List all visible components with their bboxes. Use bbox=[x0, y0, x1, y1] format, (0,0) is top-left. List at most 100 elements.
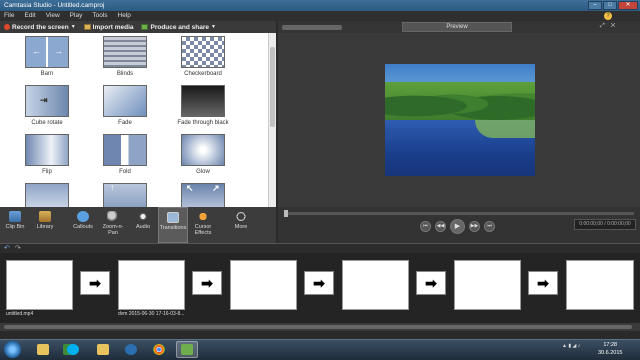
timeline-clip[interactable] bbox=[454, 260, 521, 310]
transition-item[interactable]: ↑ bbox=[93, 183, 157, 207]
transitions-scrollbar[interactable] bbox=[268, 33, 276, 207]
preview-view-icons[interactable]: ⤢✕ bbox=[600, 23, 621, 30]
menu-edit[interactable]: Edit bbox=[24, 11, 35, 21]
timeline-transition[interactable]: ➡ bbox=[416, 271, 446, 295]
taskbar-app-chrome[interactable] bbox=[148, 341, 170, 358]
tab-zoom-n-pan[interactable]: Zoom-n-Pan bbox=[98, 207, 128, 243]
glow-transition-icon bbox=[181, 134, 225, 166]
menu-play[interactable]: Play bbox=[70, 11, 83, 21]
close-button[interactable]: ✕ bbox=[618, 1, 638, 10]
playhead-handle[interactable] bbox=[284, 210, 288, 217]
transition-glow[interactable]: Glow bbox=[171, 134, 235, 175]
menu-help[interactable]: Help bbox=[118, 11, 131, 21]
timeline-transition[interactable]: ➡ bbox=[304, 271, 334, 295]
preview-video-frame[interactable] bbox=[385, 64, 535, 176]
transition-checkerboard[interactable]: Checkerboard bbox=[171, 36, 235, 77]
tab-transitions[interactable]: Transitions bbox=[158, 207, 188, 243]
transition-blinds[interactable]: Blinds bbox=[93, 36, 157, 77]
import-folder-icon bbox=[83, 24, 91, 30]
playback-controls: ⏮ ◀◀ ▶ ▶▶ ⏭ bbox=[420, 219, 495, 234]
produce-share-button[interactable]: Produce and share ▼ bbox=[141, 23, 216, 31]
timeline-clip[interactable] bbox=[342, 260, 409, 310]
audio-icon bbox=[137, 211, 149, 222]
start-button-icon[interactable] bbox=[4, 341, 21, 358]
menu-view[interactable]: View bbox=[46, 11, 60, 21]
transition-icon: ↑ bbox=[103, 183, 147, 207]
tab-cursor-effects[interactable]: Cursor Effects bbox=[188, 207, 218, 243]
play-icon[interactable]: ▶ bbox=[450, 219, 465, 234]
taskbar-clock[interactable]: 17:28 30.6.2015 bbox=[598, 341, 622, 357]
next-clip-icon[interactable]: ⏭ bbox=[484, 221, 495, 232]
timeline-clip[interactable] bbox=[6, 260, 73, 310]
taskbar-app-camtasia-recorder[interactable] bbox=[176, 341, 198, 358]
cursor-effects-icon bbox=[197, 211, 209, 222]
preview-scrub-track[interactable] bbox=[284, 212, 634, 215]
menu-tools[interactable]: Tools bbox=[92, 11, 107, 21]
barn-transition-icon: ← → bbox=[25, 36, 69, 68]
transition-item[interactable] bbox=[15, 183, 79, 207]
minimize-button[interactable]: – bbox=[588, 1, 602, 10]
more-icon bbox=[235, 211, 247, 222]
menu-file[interactable]: File bbox=[4, 11, 14, 21]
record-icon bbox=[4, 24, 10, 30]
tab-audio[interactable]: Audio bbox=[128, 207, 158, 243]
taskbar-app-flash[interactable] bbox=[120, 341, 142, 358]
transitions-grid: ← → Barn Blinds Checkerboard ⇥ Cube rotat… bbox=[6, 36, 254, 207]
status-strip bbox=[0, 331, 640, 339]
tab-library[interactable]: Library bbox=[30, 207, 60, 243]
undo-icon[interactable]: ↶ bbox=[4, 244, 10, 252]
record-screen-button[interactable]: Record the screen ▼ bbox=[4, 24, 76, 31]
transition-label: Glow bbox=[196, 169, 210, 175]
previous-clip-icon[interactable]: ⏮ bbox=[420, 221, 431, 232]
import-media-button[interactable]: Import media bbox=[83, 24, 133, 31]
transition-fold[interactable]: Fold bbox=[93, 134, 157, 175]
transition-icon: ↖ ↗ bbox=[181, 183, 225, 207]
transition-label: Flip bbox=[42, 169, 52, 175]
timeline-toolbar bbox=[0, 243, 640, 253]
scrollbar-thumb[interactable] bbox=[270, 47, 275, 127]
timeline-transition[interactable]: ➡ bbox=[528, 271, 558, 295]
transition-flip[interactable]: Flip bbox=[15, 134, 79, 175]
tab-label: Library bbox=[36, 224, 54, 230]
fast-forward-icon[interactable]: ▶▶ bbox=[469, 221, 480, 232]
timeline-clip[interactable] bbox=[566, 260, 634, 310]
timeline-scrollbar[interactable] bbox=[0, 323, 640, 331]
timeline-clip[interactable] bbox=[230, 260, 297, 310]
callouts-icon bbox=[77, 211, 89, 222]
timeline-transition[interactable]: ➡ bbox=[192, 271, 222, 295]
redo-icon[interactable]: ↷ bbox=[15, 244, 21, 252]
chrome-icon bbox=[153, 344, 165, 355]
fade-transition-icon bbox=[103, 85, 147, 117]
transition-label: Barn bbox=[40, 71, 54, 77]
preview-tab[interactable]: Preview bbox=[402, 22, 512, 32]
timeline-clip[interactable] bbox=[118, 260, 185, 310]
taskbar-app-explorer[interactable] bbox=[32, 341, 54, 358]
cube-rotate-transition-icon: ⇥ bbox=[25, 85, 69, 117]
tab-label: Audio bbox=[135, 224, 151, 230]
transition-item[interactable]: ↖ ↗ bbox=[171, 183, 235, 207]
taskbar-app-folder[interactable] bbox=[92, 341, 114, 358]
blinds-transition-icon bbox=[103, 36, 147, 68]
tab-clip-bin[interactable]: Clip Bin bbox=[0, 207, 30, 243]
transition-fade-through-black[interactable]: Fade through black bbox=[171, 85, 235, 126]
record-screen-label: Record the screen bbox=[12, 23, 69, 31]
transition-label: Fade bbox=[118, 120, 132, 126]
scrollbar-thumb[interactable] bbox=[4, 325, 632, 329]
timeline-transition[interactable]: ➡ bbox=[80, 271, 110, 295]
system-tray[interactable]: ▲ ▮ ◢ ♪ bbox=[562, 343, 580, 349]
transition-fade[interactable]: Fade bbox=[93, 85, 157, 126]
tab-callouts[interactable]: Callouts bbox=[68, 207, 98, 243]
tab-label: Clip Bin bbox=[5, 224, 25, 230]
tab-more[interactable]: More bbox=[226, 207, 256, 243]
preview-zoom-slider[interactable] bbox=[282, 25, 342, 30]
taskbar-app-skype[interactable] bbox=[62, 341, 84, 358]
explorer-icon bbox=[37, 344, 49, 355]
transition-cube-rotate[interactable]: ⇥ Cube rotate bbox=[15, 85, 79, 126]
transition-label: Blinds bbox=[116, 71, 134, 77]
rewind-icon[interactable]: ◀◀ bbox=[435, 221, 446, 232]
maximize-button[interactable]: □ bbox=[603, 1, 617, 10]
help-icon[interactable]: ? bbox=[604, 12, 612, 20]
produce-share-label: Produce and share bbox=[150, 23, 210, 31]
folder-icon bbox=[97, 344, 109, 355]
transition-barn[interactable]: ← → Barn bbox=[15, 36, 79, 77]
